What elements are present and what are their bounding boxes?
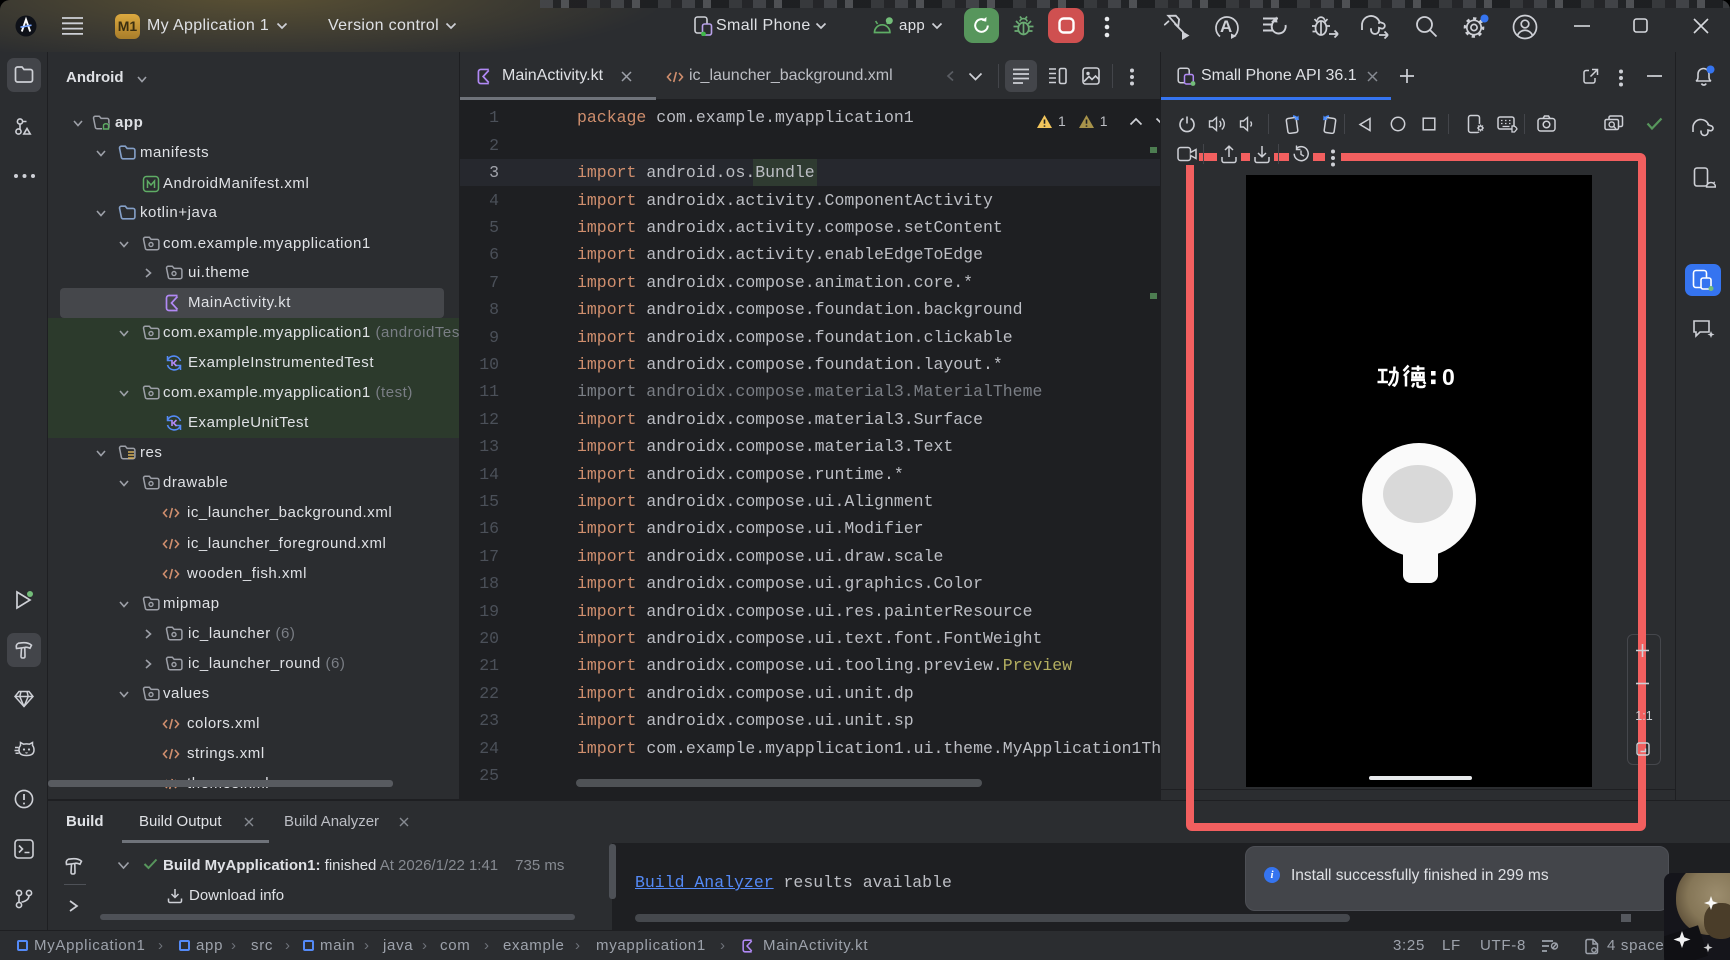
svg-text:A: A [1220, 17, 1232, 36]
